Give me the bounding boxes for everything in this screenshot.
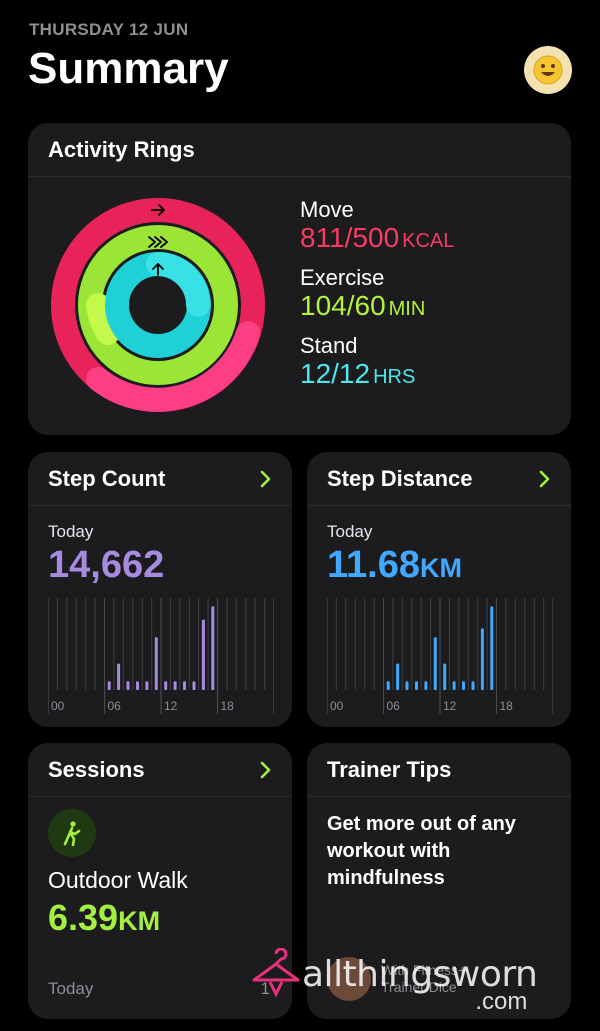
watermark: allthingsworn .com [250,948,538,1015]
card-header: Trainer Tips [307,743,571,797]
chart-bar-15 [471,681,475,690]
chevron-right-icon[interactable] [260,761,272,779]
move-label: Move [300,197,354,222]
date-label: THURSDAY 12 JUN [29,20,189,39]
tick-label-18: 18 [221,699,235,713]
chart-bar-17 [211,606,215,690]
stand-metric: Stand 12/12 HRS [300,333,415,388]
stand-value: 12/12 [300,358,371,389]
card-header: Sessions [28,743,292,797]
walking-icon [48,809,96,857]
exercise-value: 104/60 [300,290,386,321]
move-value: 811/500 [300,222,400,253]
chart-bar-7 [117,663,121,690]
card-title: Trainer Tips [327,756,452,782]
chart-bar-12 [164,681,168,690]
chart-bar-8 [126,681,130,690]
stand-ring-overlap [146,252,210,317]
session-unit: KM [118,906,161,936]
activity-rings-card[interactable]: Activity Rings Move 811/500 KCAL Exercis… [28,123,571,435]
chart-bar-10 [424,681,428,690]
step-count-card[interactable]: Step Count Today 14,662 00 06 12 18 [28,452,292,727]
period-label: Today [48,522,94,541]
chart-bar-15 [192,681,196,690]
move-unit: KCAL [402,230,455,252]
chart-bar-9 [136,681,139,690]
chart-bar-10 [145,681,149,690]
card-title: Step Count [48,465,166,491]
hanger-logo-icon [252,948,300,998]
smiley-icon [533,55,563,85]
step-distance-value-wrap: 11.68KM [327,544,462,587]
chart-bar-16 [201,619,205,690]
exercise-label: Exercise [300,265,385,290]
stand-label: Stand [300,333,358,358]
tick-label-06: 06 [108,699,122,713]
tick-label-00: 00 [330,699,344,713]
profile-avatar[interactable] [524,46,572,94]
session-date: Today [48,979,94,998]
tip-text: Get more out of any workout with mindful… [327,813,516,889]
watermark-domain: .com [475,988,528,1015]
tick-label-06: 06 [387,699,401,713]
step-distance-card[interactable]: Step Distance Today 11.68KM 00 06 12 18 [307,452,571,727]
chart-bar-12 [443,663,447,690]
session-value-wrap: 6.39KM [48,897,160,939]
exercise-unit: MIN [388,298,426,320]
card-title: Step Distance [327,465,473,491]
exercise-metric: Exercise 104/60 MIN [300,265,425,320]
tick-label-00: 00 [51,699,65,713]
step-count-chart: 00 06 12 18 [48,598,274,714]
activity-rings [51,198,265,412]
move-metric: Move 811/500 KCAL [300,197,454,252]
step-distance-unit: KM [420,553,462,583]
step-distance-value: 11.68 [327,544,420,586]
session-value: 6.39 [48,897,119,938]
chart-bar-17 [490,606,494,690]
period-label: Today [327,522,373,541]
chart-bar-13 [452,681,456,690]
card-header: Activity Rings [28,123,571,177]
card-header: Step Distance [307,452,571,506]
chart-bar-6 [107,681,111,690]
session-name: Outdoor Walk [48,867,188,893]
chevron-right-icon[interactable] [260,470,272,488]
step-count-value: 14,662 [48,544,165,586]
card-header: Step Count [28,452,292,506]
tick-label-12: 12 [164,699,178,713]
chevron-right-icon[interactable] [539,470,551,488]
chart-bar-9 [415,681,418,690]
chart-bar-7 [396,663,400,690]
page-title: Summary [28,44,229,93]
tick-label-18: 18 [500,699,514,713]
card-title: Activity Rings [48,136,195,162]
chart-bar-14 [183,681,186,690]
tick-label-12: 12 [443,699,457,713]
stand-unit: HRS [373,366,416,388]
chart-bar-13 [173,681,177,690]
chart-bar-6 [386,681,390,690]
chart-bar-16 [480,628,484,690]
chart-bar-14 [462,681,465,690]
card-title: Sessions [48,756,145,782]
step-distance-chart: 00 06 12 18 [327,598,553,714]
chart-bar-8 [405,681,409,690]
chart-bar-11 [154,637,158,690]
chart-bar-11 [433,637,437,690]
